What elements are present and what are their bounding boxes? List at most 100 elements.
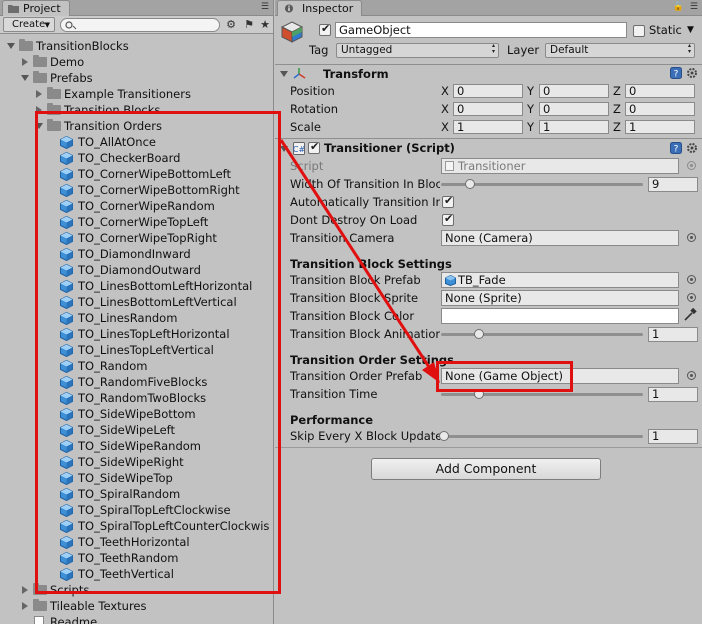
axis-z-label[interactable]: Z: [613, 119, 621, 135]
prefab-list-item[interactable]: TO_LinesBottomLeftHorizontal: [0, 278, 273, 294]
prefab-list-item[interactable]: TO_Random: [0, 358, 273, 374]
active-checkbox[interactable]: [319, 22, 331, 36]
transition-time-slider-track[interactable]: [441, 393, 643, 396]
expanded-arrow-icon[interactable]: [35, 123, 43, 129]
collapsed-arrow-icon[interactable]: [22, 602, 28, 610]
prefab-list-item[interactable]: TO_LinesTopLeftVertical: [0, 342, 273, 358]
prefab-list-item[interactable]: TO_CornerWipeTopRight: [0, 230, 273, 246]
transform-x-field[interactable]: 0: [453, 102, 523, 116]
component-settings-gear-icon[interactable]: [686, 142, 698, 154]
filter-by-type-icon[interactable]: ⚙: [224, 18, 238, 32]
transitioner-enabled-checkbox[interactable]: [308, 140, 320, 154]
add-component-button[interactable]: Add Component: [371, 458, 601, 480]
transitioner-foldout-arrow[interactable]: [280, 146, 288, 152]
transform-x-field[interactable]: 1: [453, 120, 523, 134]
prefab-list-item[interactable]: TO_CornerWipeBottomLeft: [0, 166, 273, 182]
favorite-star-icon[interactable]: ★: [258, 18, 272, 32]
order-prefab-field[interactable]: None (Game Object): [441, 368, 679, 384]
prefab-list-item[interactable]: TO_CornerWipeRandom: [0, 198, 273, 214]
help-icon[interactable]: ?: [670, 67, 682, 79]
collapsed-arrow-icon[interactable]: [22, 586, 28, 594]
camera-field[interactable]: None (Camera): [441, 230, 679, 246]
inspector-lock-icon[interactable]: 🔒: [673, 2, 684, 12]
block-animation-slider-track[interactable]: [441, 333, 643, 336]
prefab-list-item[interactable]: TO_SideWipeLeft: [0, 422, 273, 438]
prefab-list-item[interactable]: TO_CornerWipeTopLeft: [0, 214, 273, 230]
prefab-list-item[interactable]: TO_DiamondInward: [0, 246, 273, 262]
axis-z-label[interactable]: Z: [613, 101, 621, 117]
transition-time-value-field[interactable]: 1: [648, 387, 698, 402]
transform-y-field[interactable]: 1: [539, 120, 609, 134]
prefab-list-item[interactable]: TO_SideWipeTop: [0, 470, 273, 486]
transform-y-field[interactable]: 0: [539, 102, 609, 116]
block-sprite-field[interactable]: None (Sprite): [441, 290, 679, 306]
folder-list-item[interactable]: Transition Blocks: [0, 102, 273, 118]
create-button[interactable]: Create ▼: [3, 17, 55, 32]
transform-x-field[interactable]: 0: [453, 84, 523, 98]
folder-list-item[interactable]: Demo: [0, 54, 273, 70]
prefab-list-item[interactable]: TO_CheckerBoard: [0, 150, 273, 166]
tab-inspector[interactable]: Inspector: [277, 0, 363, 16]
width-slider-thumb[interactable]: [465, 179, 475, 189]
prefab-list-item[interactable]: TO_LinesTopLeftHorizontal: [0, 326, 273, 342]
prefab-list-item[interactable]: TO_LinesRandom: [0, 310, 273, 326]
transform-z-field[interactable]: 0: [625, 102, 695, 116]
prefab-list-item[interactable]: TO_TeethVertical: [0, 566, 273, 582]
block-sprite-picker-icon[interactable]: [687, 293, 696, 302]
folder-list-item[interactable]: Transition Orders: [0, 118, 273, 134]
prefab-list-item[interactable]: TO_TeethHorizontal: [0, 534, 273, 550]
collapsed-arrow-icon[interactable]: [36, 90, 42, 98]
transform-z-field[interactable]: 0: [625, 84, 695, 98]
folder-list-item[interactable]: Tileable Textures: [0, 598, 273, 614]
prefab-list-item[interactable]: TO_RandomFiveBlocks: [0, 374, 273, 390]
block-color-swatch[interactable]: [441, 308, 679, 324]
dont-destroy-checkbox[interactable]: [442, 212, 454, 226]
axis-x-label[interactable]: X: [441, 83, 449, 99]
prefab-list-item[interactable]: TO_SpiralRandom: [0, 486, 273, 502]
object-name-field[interactable]: GameObject: [335, 22, 627, 38]
expanded-arrow-icon[interactable]: [7, 43, 15, 49]
prefab-list-item[interactable]: TO_CornerWipeBottomRight: [0, 182, 273, 198]
collapsed-arrow-icon[interactable]: [22, 58, 28, 66]
transform-foldout-arrow[interactable]: [280, 71, 288, 77]
help-icon[interactable]: ?: [670, 142, 682, 154]
axis-z-label[interactable]: Z: [613, 83, 621, 99]
prefab-list-item[interactable]: TO_SpiralTopLeftClockwise: [0, 502, 273, 518]
block-animation-slider-thumb[interactable]: [474, 329, 484, 339]
prefab-list-item[interactable]: TO_LinesBottomLeftVertical: [0, 294, 273, 310]
axis-y-label[interactable]: Y: [527, 83, 534, 99]
layer-dropdown[interactable]: Default: [545, 43, 695, 58]
panel-menu-icon[interactable]: ☰: [690, 2, 698, 12]
axis-y-label[interactable]: Y: [527, 101, 534, 117]
transform-z-field[interactable]: 1: [625, 120, 695, 134]
block-prefab-picker-icon[interactable]: [687, 275, 696, 284]
axis-x-label[interactable]: X: [441, 119, 449, 135]
folder-list-item[interactable]: Example Transitioners: [0, 86, 273, 102]
folder-list-item[interactable]: Scripts: [0, 582, 273, 598]
tag-dropdown[interactable]: Untagged: [336, 43, 499, 58]
skip-block-update-value-field[interactable]: 1: [648, 429, 698, 444]
prefab-list-item[interactable]: TO_SideWipeBottom: [0, 406, 273, 422]
transition-time-slider-thumb[interactable]: [474, 389, 484, 399]
auto-transition-checkbox[interactable]: [442, 194, 454, 208]
order-prefab-picker-icon[interactable]: [687, 371, 696, 380]
collapsed-arrow-icon[interactable]: [36, 106, 42, 114]
prefab-list-item[interactable]: TO_AllAtOnce: [0, 134, 273, 150]
expanded-arrow-icon[interactable]: [21, 75, 29, 81]
block-prefab-field[interactable]: TB_Fade: [441, 272, 679, 288]
search-input[interactable]: [60, 18, 220, 32]
static-checkbox[interactable]: [633, 25, 645, 37]
axis-x-label[interactable]: X: [441, 101, 449, 117]
prefab-list-item[interactable]: TO_SpiralTopLeftCounterClockwis: [0, 518, 273, 534]
asset-list-item[interactable]: Readme: [0, 614, 273, 624]
static-dropdown-icon[interactable]: ▼: [687, 22, 694, 38]
prefab-list-item[interactable]: TO_DiamondOutward: [0, 262, 273, 278]
block-animation-value-field[interactable]: 1: [648, 327, 698, 342]
skip-block-update-slider-thumb[interactable]: [439, 431, 449, 441]
folder-list-item[interactable]: Prefabs: [0, 70, 273, 86]
eyedropper-icon[interactable]: [683, 308, 697, 322]
width-value-field[interactable]: 9: [648, 177, 698, 192]
prefab-list-item[interactable]: TO_TeethRandom: [0, 550, 273, 566]
folder-list-item[interactable]: TransitionBlocks: [0, 38, 273, 54]
prefab-list-item[interactable]: TO_SideWipeRandom: [0, 438, 273, 454]
